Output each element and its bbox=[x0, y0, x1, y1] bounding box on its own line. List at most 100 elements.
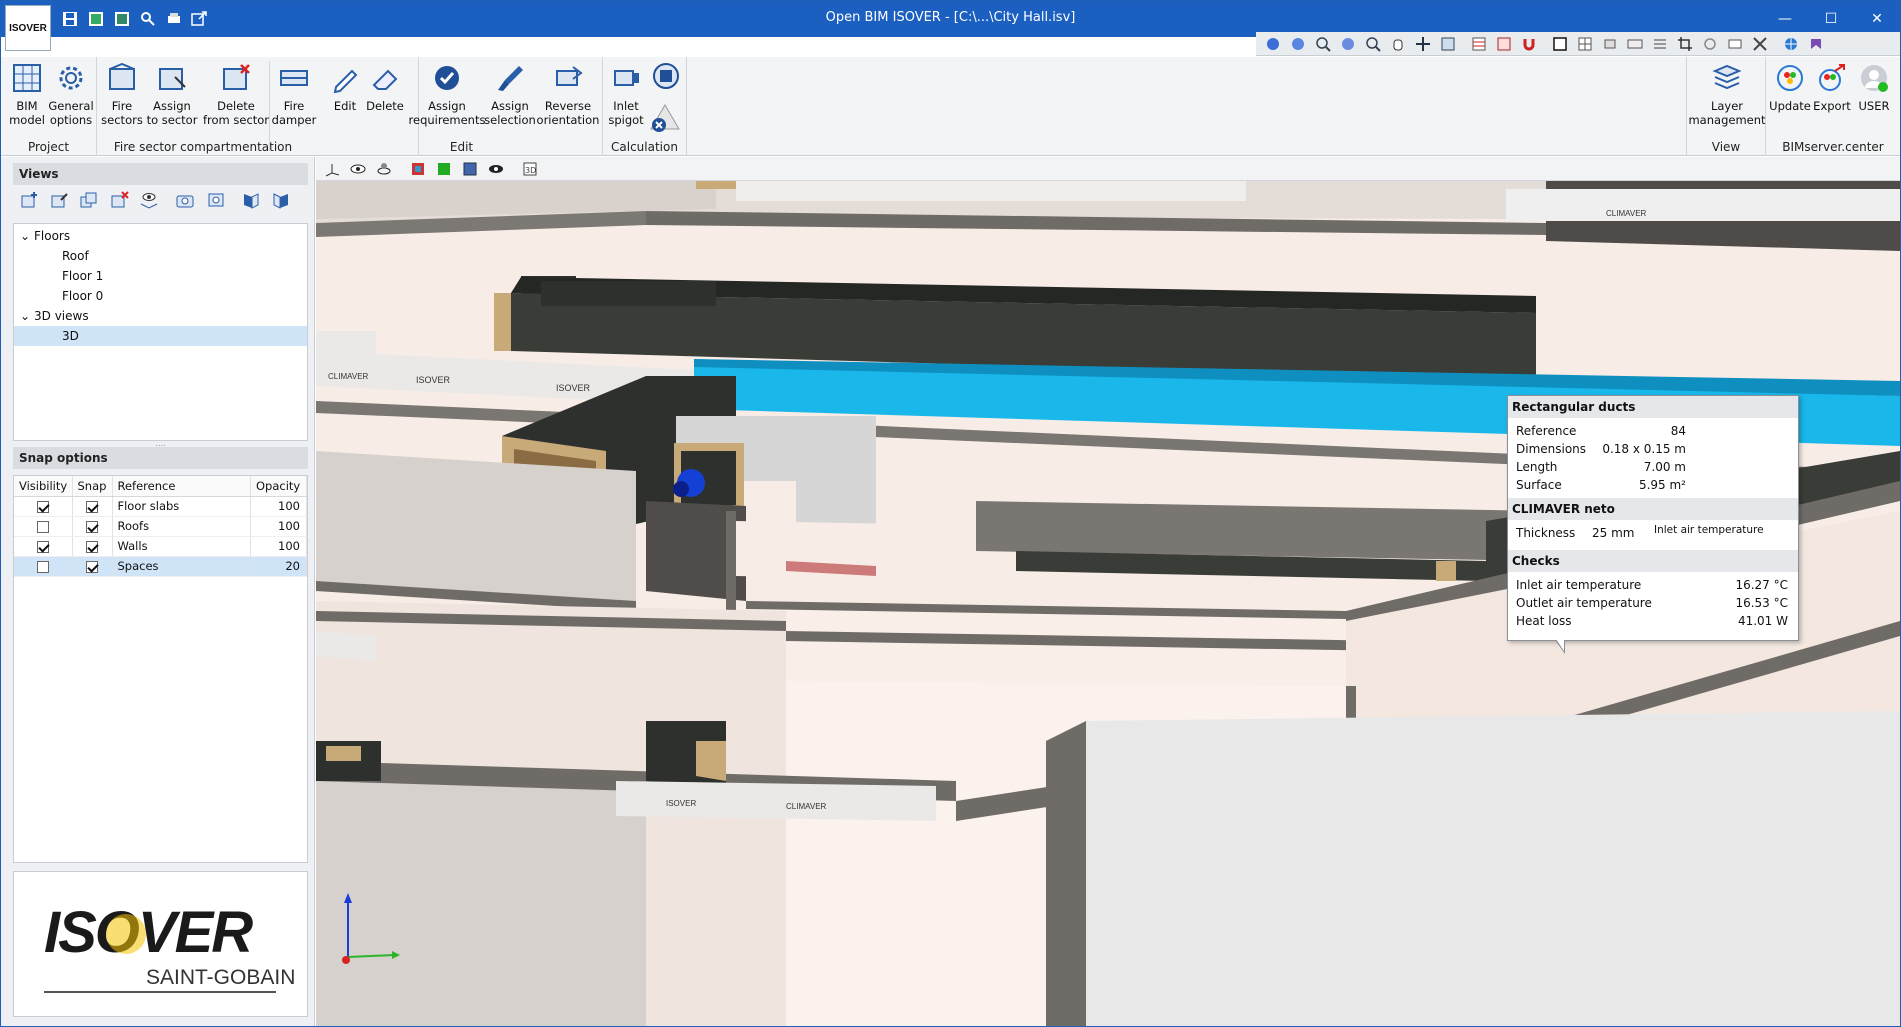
column-visibility[interactable]: Visibility bbox=[14, 476, 73, 497]
refresh-icon[interactable] bbox=[1699, 34, 1721, 54]
chevron-down-icon[interactable]: ⌄ bbox=[20, 226, 34, 246]
visibility-checkbox[interactable] bbox=[36, 520, 49, 533]
visibility-eye-icon[interactable] bbox=[486, 159, 506, 179]
layer-management-button[interactable]: Layer management bbox=[1688, 61, 1766, 127]
render-green-icon[interactable] bbox=[434, 159, 454, 179]
add-view-icon[interactable] bbox=[17, 188, 41, 212]
zoom-extents-icon[interactable] bbox=[1262, 34, 1284, 54]
color-palette-icon[interactable] bbox=[408, 159, 428, 179]
ribbon-group-calculation: Inlet spigot Calculation bbox=[603, 57, 687, 156]
tree-node-3d[interactable]: 3D bbox=[14, 326, 307, 346]
orbit-view-icon[interactable] bbox=[374, 159, 394, 179]
rotate-icon[interactable] bbox=[1337, 34, 1359, 54]
column-snap[interactable]: Snap bbox=[72, 476, 113, 497]
visibility-checkbox[interactable] bbox=[36, 500, 49, 513]
opacity-cell[interactable]: 100 bbox=[250, 536, 307, 557]
fire-sectors-button[interactable]: Fire sectors bbox=[101, 61, 143, 127]
edit-view-icon[interactable] bbox=[47, 188, 71, 212]
grid-red-icon[interactable] bbox=[1493, 34, 1515, 54]
column-opacity[interactable]: Opacity bbox=[250, 476, 307, 497]
globe-icon[interactable] bbox=[1780, 34, 1802, 54]
opacity-cell[interactable]: 20 bbox=[250, 556, 307, 577]
insulated-panel-top bbox=[736, 181, 1246, 201]
split-grid-icon[interactable] bbox=[1574, 34, 1596, 54]
group-label-edit: Edit bbox=[449, 140, 474, 154]
delete-view-icon[interactable] bbox=[107, 188, 131, 212]
tree-node-floors[interactable]: ⌄ Floors bbox=[14, 226, 307, 246]
tree-node-roof[interactable]: Roof bbox=[14, 246, 307, 266]
assign-to-sector-button[interactable]: Assign to sector bbox=[144, 61, 200, 127]
camera-gallery-icon[interactable] bbox=[203, 188, 227, 212]
tooltip-label: Surface bbox=[1516, 478, 1562, 492]
table-row[interactable]: Walls 100 bbox=[14, 536, 307, 557]
error-check-icon[interactable] bbox=[649, 103, 681, 133]
view-eye-icon[interactable] bbox=[137, 188, 161, 212]
orbit-icon[interactable] bbox=[1412, 34, 1434, 54]
delete-from-sector-button[interactable]: Delete from sector bbox=[201, 61, 271, 127]
visibility-checkbox[interactable] bbox=[36, 540, 49, 553]
keyboard-icon[interactable] bbox=[1624, 34, 1646, 54]
copy-view-icon[interactable] bbox=[77, 188, 101, 212]
snap-checkbox[interactable] bbox=[86, 500, 98, 513]
tooltip-value: 84 bbox=[1670, 424, 1686, 438]
ribbon-divider bbox=[269, 61, 270, 151]
zoom-out-icon[interactable] bbox=[1362, 34, 1384, 54]
render-blue-icon[interactable] bbox=[460, 159, 480, 179]
camera-icon[interactable] bbox=[173, 188, 197, 212]
table-row[interactable]: Spaces 20 bbox=[14, 556, 307, 577]
reference-cell: Floor slabs bbox=[112, 496, 251, 517]
layers-icon bbox=[1710, 61, 1744, 95]
ribbon: BIM model General options Project Fire s… bbox=[1, 57, 1900, 156]
tree-node-floor-0[interactable]: Floor 0 bbox=[14, 286, 307, 306]
delete-from-sector-label: Delete from sector bbox=[202, 99, 270, 127]
3d-mode-icon[interactable]: 3D bbox=[520, 159, 540, 179]
window-select-icon[interactable] bbox=[1437, 34, 1459, 54]
layers-list-icon[interactable] bbox=[1649, 34, 1671, 54]
opacity-cell[interactable]: 100 bbox=[250, 496, 307, 517]
single-window-icon[interactable] bbox=[1549, 34, 1571, 54]
reverse-orientation-button[interactable]: Reverse orientation bbox=[537, 61, 599, 127]
general-options-button[interactable]: General options bbox=[47, 61, 95, 127]
zoom-window-icon[interactable] bbox=[1287, 34, 1309, 54]
pan-hand-icon[interactable] bbox=[1387, 34, 1409, 54]
column-reference[interactable]: Reference bbox=[112, 476, 251, 497]
tree-node-3d-views[interactable]: ⌄ 3D views bbox=[14, 306, 307, 326]
fire-damper-button[interactable]: Fire damper bbox=[272, 61, 316, 127]
user-button[interactable]: USER bbox=[1852, 61, 1896, 113]
grid-icon[interactable] bbox=[1468, 34, 1490, 54]
view-front-icon[interactable] bbox=[239, 188, 263, 212]
axis-icon[interactable] bbox=[322, 159, 342, 179]
layer-management-label: Layer management bbox=[1688, 99, 1766, 127]
snap-checkbox[interactable] bbox=[86, 520, 98, 533]
table-row[interactable]: Floor slabs 100 bbox=[14, 496, 307, 517]
magnet-icon[interactable] bbox=[1518, 34, 1540, 54]
app-logo[interactable]: ISOVER bbox=[5, 5, 51, 51]
cube-view-icon[interactable] bbox=[1599, 34, 1621, 54]
eye-icon[interactable] bbox=[348, 159, 368, 179]
tree-node-floor-1[interactable]: Floor 1 bbox=[14, 266, 307, 286]
view-side-icon[interactable] bbox=[269, 188, 293, 212]
edit-button[interactable]: Edit bbox=[327, 61, 363, 113]
label-icon[interactable] bbox=[1724, 34, 1746, 54]
assign-selection-button[interactable]: Assign selection bbox=[481, 61, 539, 127]
crop-icon[interactable] bbox=[1674, 34, 1696, 54]
table-row[interactable]: Roofs 100 bbox=[14, 516, 307, 537]
bim-model-button[interactable]: BIM model bbox=[7, 61, 47, 127]
opacity-cell[interactable]: 100 bbox=[250, 516, 307, 537]
snap-checkbox[interactable] bbox=[86, 560, 98, 573]
bookmark-icon[interactable] bbox=[1805, 34, 1827, 54]
tools-icon[interactable] bbox=[1749, 34, 1771, 54]
tooltip-section-title: CLIMAVER neto bbox=[1508, 498, 1798, 520]
wall-segment bbox=[316, 451, 636, 601]
visibility-checkbox[interactable] bbox=[36, 560, 49, 573]
delete-button[interactable]: Delete bbox=[363, 61, 407, 113]
inlet-spigot-button[interactable]: Inlet spigot bbox=[605, 61, 647, 127]
zoom-in-icon[interactable] bbox=[1312, 34, 1334, 54]
chevron-down-icon[interactable]: ⌄ bbox=[20, 306, 34, 326]
calculate-icon[interactable] bbox=[651, 61, 681, 91]
update-button[interactable]: Update bbox=[1768, 61, 1812, 113]
3d-viewport[interactable]: 3D CLIMAVER ISOVER ISOVER ISOVER CLIMAVE… bbox=[316, 157, 1900, 1026]
snap-checkbox[interactable] bbox=[86, 540, 98, 553]
export-button[interactable]: Export bbox=[1812, 61, 1852, 113]
assign-requirements-button[interactable]: Assign requirements bbox=[407, 61, 487, 127]
